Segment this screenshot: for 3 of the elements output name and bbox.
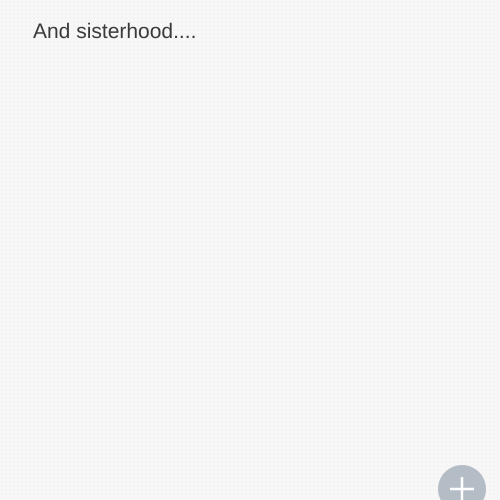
plus-icon <box>449 476 475 500</box>
note-text: And sisterhood.... <box>33 20 198 44</box>
add-button[interactable] <box>438 465 486 500</box>
